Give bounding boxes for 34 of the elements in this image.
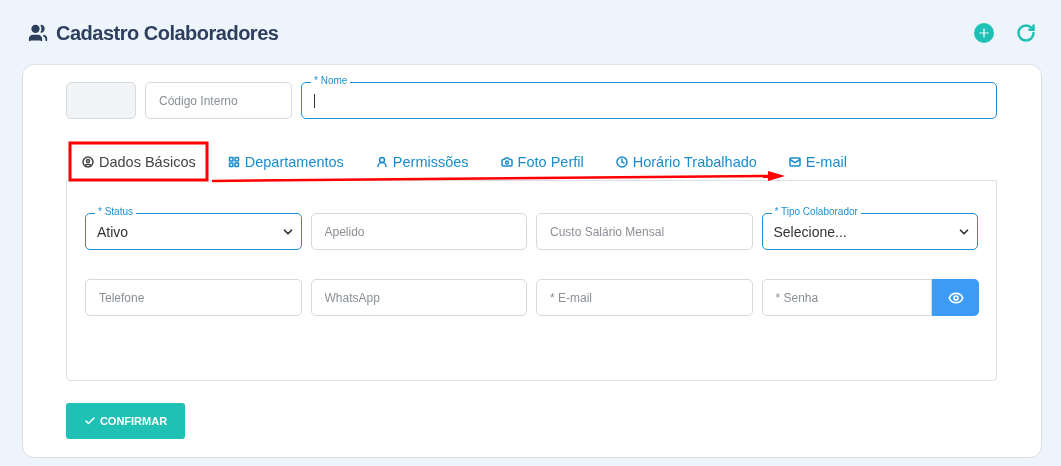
tab-icon bbox=[82, 155, 94, 168]
field-label: * Status bbox=[95, 206, 137, 218]
input-field[interactable]: WhatsApp bbox=[310, 279, 527, 316]
text-cursor bbox=[314, 93, 315, 108]
tab-icon bbox=[788, 155, 801, 168]
tab-icon bbox=[227, 155, 240, 168]
show-password-button[interactable] bbox=[932, 279, 979, 316]
users-icon bbox=[28, 23, 48, 43]
page-title: Cadastro Colaboradores bbox=[56, 21, 279, 45]
tab-icon bbox=[615, 155, 628, 168]
input-field[interactable]: * E-mail bbox=[536, 279, 753, 316]
tab[interactable]: E-mail bbox=[776, 144, 859, 179]
image-placeholder bbox=[66, 82, 136, 119]
tab-icon bbox=[500, 155, 513, 168]
tab[interactable]: Foto Perfil bbox=[488, 144, 596, 179]
name-field[interactable] bbox=[301, 82, 997, 119]
check-icon bbox=[83, 415, 96, 427]
tab-icon bbox=[375, 155, 388, 168]
refresh-button[interactable] bbox=[1016, 23, 1036, 43]
field-label: * Nome bbox=[311, 75, 351, 87]
password-field[interactable]: * Senha bbox=[761, 279, 932, 316]
tab[interactable]: Departamentos bbox=[215, 144, 356, 179]
confirm-button[interactable]: CONFIRMAR bbox=[66, 403, 185, 439]
input-field[interactable]: Telefone bbox=[85, 279, 302, 316]
refresh-icon bbox=[1016, 23, 1036, 43]
tab[interactable]: Dados Básicos bbox=[70, 144, 208, 179]
tab[interactable]: Horário Trabalhado bbox=[603, 144, 769, 179]
input-field[interactable]: Custo Salário Mensal bbox=[536, 213, 753, 250]
plus-icon bbox=[977, 26, 991, 40]
input-field[interactable]: Apelido bbox=[310, 213, 527, 250]
field-label: * Tipo Colaborador bbox=[771, 206, 861, 218]
add-button[interactable] bbox=[974, 23, 994, 43]
tab[interactable]: Permissões bbox=[363, 144, 481, 179]
input-field[interactable]: Código Interno bbox=[145, 82, 292, 119]
